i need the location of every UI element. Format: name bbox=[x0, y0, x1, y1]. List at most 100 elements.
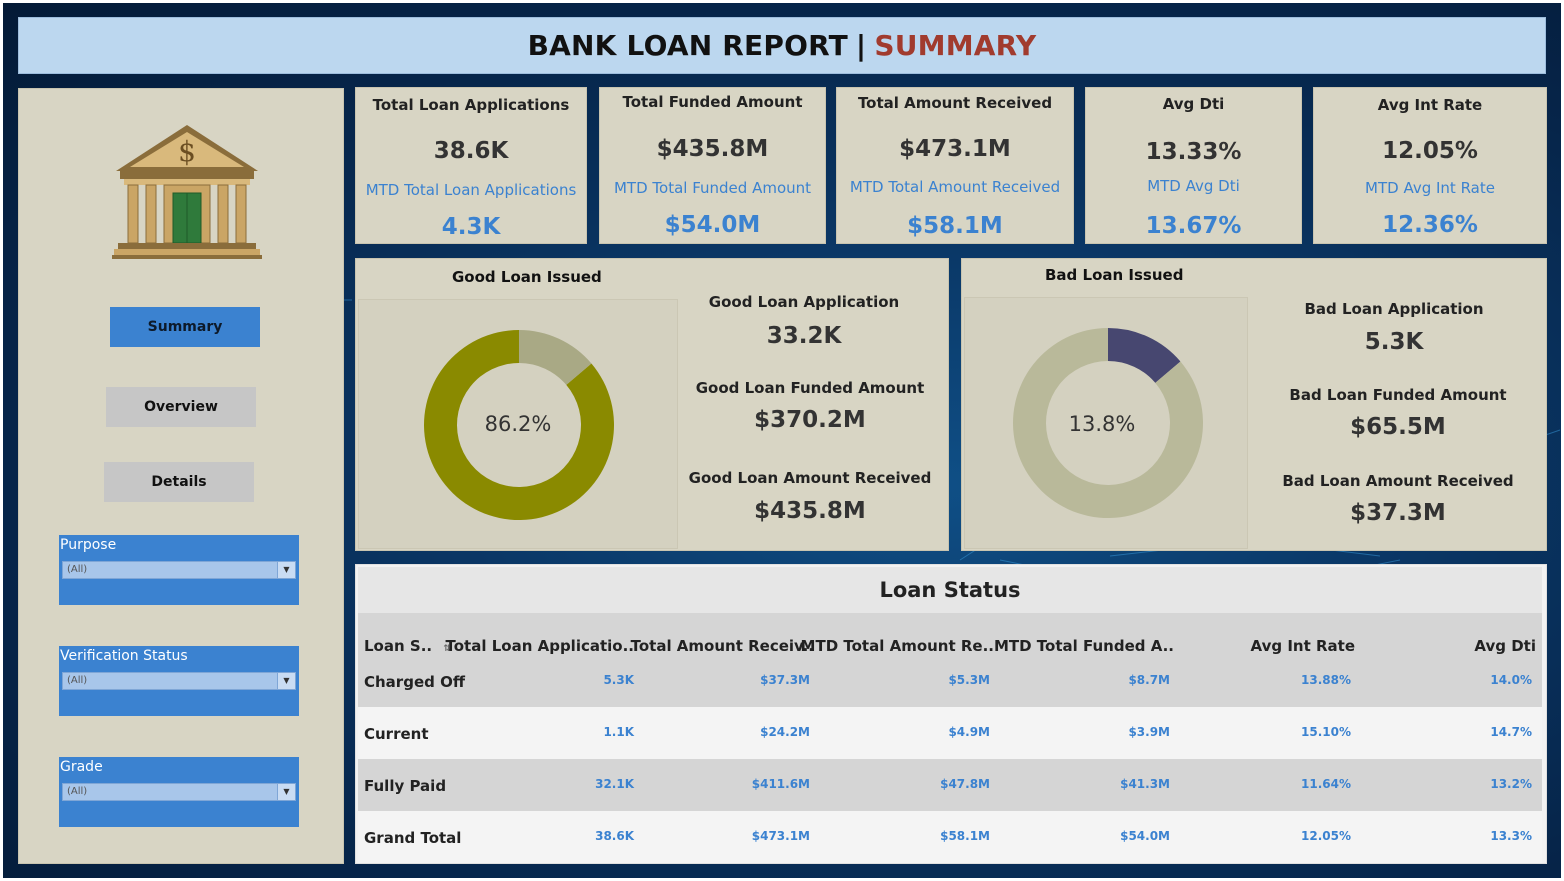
kpi-value: $473.1M bbox=[899, 136, 1011, 162]
svg-text:$: $ bbox=[178, 135, 196, 168]
kpi-label: Total Amount Received bbox=[857, 94, 1053, 112]
good-loan-donut-box: 86.2% bbox=[358, 299, 678, 549]
table-cell: 11.64% bbox=[1301, 777, 1351, 791]
table-cell: $41.3M bbox=[1120, 777, 1170, 791]
dropdown-arrow-icon[interactable]: ▼ bbox=[277, 562, 295, 578]
table-cell: 13.88% bbox=[1301, 673, 1351, 687]
loan-status-panel: Loan Status Loan S.. ⇅ Total Loan Applic… bbox=[355, 564, 1547, 864]
column-header-mtd-total-amount-received[interactable]: MTD Total Amount Re.. bbox=[801, 637, 994, 655]
kpi-card-avg-int-rate: Avg Int Rate 12.05% MTD Avg Int Rate 12.… bbox=[1313, 87, 1547, 244]
column-header-total-loan-applications[interactable]: Total Loan Applicatio.. bbox=[446, 637, 634, 655]
bank-icon: $ bbox=[112, 125, 262, 259]
grade-select[interactable]: (All) ▼ bbox=[62, 783, 296, 801]
good-loan-application-label: Good Loan Application bbox=[708, 293, 900, 311]
sidebar: $ Summary Overview Details Purpose (All)… bbox=[18, 88, 344, 864]
bad-loan-application-label: Bad Loan Application bbox=[1304, 300, 1484, 318]
column-header-loan-status[interactable]: Loan S.. ⇅ bbox=[364, 637, 451, 655]
table-cell: 32.1K bbox=[595, 777, 634, 791]
table-header: Loan S.. ⇅ Total Loan Applicatio.. Total… bbox=[358, 613, 1542, 655]
report-title-bar: BANK LOAN REPORT | SUMMARY bbox=[18, 17, 1546, 74]
kpi-mtd-value: 12.36% bbox=[1382, 212, 1478, 238]
table-cell: 1.1K bbox=[603, 725, 634, 739]
table-row[interactable]: Grand Total 38.6K $473.1M $58.1M $54.0M 12.05… bbox=[358, 811, 1542, 863]
row-label: Charged Off bbox=[364, 673, 465, 691]
report-title: BANK LOAN REPORT bbox=[527, 29, 848, 62]
nav-overview-button[interactable]: Overview bbox=[106, 387, 256, 427]
bad-loan-donut: 13.8% bbox=[1013, 328, 1203, 518]
grade-select-value: (All) bbox=[67, 786, 88, 797]
verification-status-select[interactable]: (All) ▼ bbox=[62, 672, 296, 690]
kpi-label: Avg Dti bbox=[1162, 95, 1225, 113]
bad-loan-donut-box: 13.8% bbox=[964, 297, 1248, 549]
good-loan-donut: 86.2% bbox=[424, 330, 614, 520]
row-label: Grand Total bbox=[364, 829, 462, 847]
table-cell: 15.10% bbox=[1301, 725, 1351, 739]
column-header-label: Loan S.. bbox=[364, 637, 433, 655]
kpi-mtd-label: MTD Avg Int Rate bbox=[1365, 179, 1495, 197]
row-label: Current bbox=[364, 725, 429, 743]
kpi-card-total-funded-amount: Total Funded Amount $435.8M MTD Total Fu… bbox=[599, 87, 826, 244]
column-header-avg-int-rate[interactable]: Avg Int Rate bbox=[1251, 637, 1355, 655]
grade-filter-label: Grade bbox=[60, 759, 103, 775]
table-cell: 38.6K bbox=[595, 829, 634, 843]
table-cell: $5.3M bbox=[948, 673, 990, 687]
kpi-card-total-loan-applications: Total Loan Applications 38.6K MTD Total … bbox=[355, 87, 587, 244]
kpi-mtd-value: $54.0M bbox=[664, 212, 761, 238]
kpi-mtd-value: 13.67% bbox=[1145, 213, 1242, 239]
purpose-select[interactable]: (All) ▼ bbox=[62, 561, 296, 579]
report-subtitle: SUMMARY bbox=[874, 29, 1037, 62]
good-loan-received-value: $435.8M bbox=[754, 498, 866, 524]
kpi-value: $435.8M bbox=[656, 136, 769, 162]
good-loan-received-label: Good Loan Amount Received bbox=[688, 469, 932, 487]
kpi-value: 38.6K bbox=[433, 138, 509, 164]
table-cell: $411.6M bbox=[751, 777, 810, 791]
verification-status-select-value: (All) bbox=[67, 675, 88, 686]
table-cell: $58.1M bbox=[940, 829, 990, 843]
kpi-mtd-value: $58.1M bbox=[907, 213, 1003, 239]
table-cell: $4.9M bbox=[948, 725, 990, 739]
column-header-avg-dti[interactable]: Avg Dti bbox=[1474, 637, 1536, 655]
purpose-select-value: (All) bbox=[67, 564, 88, 575]
kpi-card-avg-dti: Avg Dti 13.33% MTD Avg Dti 13.67% bbox=[1085, 87, 1302, 244]
good-loan-title: Good Loan Issued bbox=[452, 268, 602, 286]
grade-filter: Grade (All) ▼ bbox=[59, 757, 299, 827]
good-loan-funded-value: $370.2M bbox=[754, 407, 866, 433]
table-cell: 14.0% bbox=[1490, 673, 1532, 687]
column-header-mtd-total-funded-amount[interactable]: MTD Total Funded A.. bbox=[994, 637, 1174, 655]
good-loan-funded-label: Good Loan Funded Amount bbox=[695, 379, 925, 397]
table-row[interactable]: Charged Off 5.3K $37.3M $5.3M $8.7M 13.88% 14.… bbox=[358, 655, 1542, 707]
table-cell: 14.7% bbox=[1490, 725, 1532, 739]
kpi-card-total-amount-received: Total Amount Received $473.1M MTD Total … bbox=[836, 87, 1074, 244]
table-cell: $24.2M bbox=[760, 725, 810, 739]
table-cell: $473.1M bbox=[751, 829, 810, 843]
title-separator: | bbox=[855, 29, 867, 62]
purpose-filter-label: Purpose bbox=[60, 537, 117, 553]
bad-loan-funded-value: $65.5M bbox=[1350, 414, 1446, 440]
table-row[interactable]: Fully Paid 32.1K $411.6M $47.8M $41.3M 11.64%… bbox=[358, 759, 1542, 811]
bad-loan-received-label: Bad Loan Amount Received bbox=[1282, 472, 1514, 490]
kpi-value: 13.33% bbox=[1145, 139, 1242, 165]
table-cell: $3.9M bbox=[1128, 725, 1170, 739]
verification-status-filter-label: Verification Status bbox=[60, 648, 188, 664]
table-cell: $8.7M bbox=[1128, 673, 1170, 687]
nav-details-button[interactable]: Details bbox=[104, 462, 254, 502]
kpi-mtd-label: MTD Avg Dti bbox=[1147, 177, 1240, 195]
kpi-mtd-value: 4.3K bbox=[441, 214, 501, 240]
table-cell: $54.0M bbox=[1120, 829, 1170, 843]
kpi-label: Total Funded Amount bbox=[622, 93, 803, 111]
dropdown-arrow-icon[interactable]: ▼ bbox=[277, 673, 295, 689]
loan-status-title: Loan Status bbox=[358, 567, 1542, 613]
table-cell: 13.2% bbox=[1490, 777, 1532, 791]
purpose-filter: Purpose (All) ▼ bbox=[59, 535, 299, 605]
bad-loan-funded-label: Bad Loan Funded Amount bbox=[1289, 386, 1507, 404]
row-label: Fully Paid bbox=[364, 777, 447, 795]
dropdown-arrow-icon[interactable]: ▼ bbox=[277, 784, 295, 800]
table-cell: $47.8M bbox=[940, 777, 990, 791]
good-loan-percent: 86.2% bbox=[485, 412, 552, 436]
column-header-total-amount-received[interactable]: Total Amount Receiv.. bbox=[631, 637, 814, 655]
table-row[interactable]: Current 1.1K $24.2M $4.9M $3.9M 15.10% 14.7% bbox=[358, 707, 1542, 759]
nav-summary-button[interactable]: Summary bbox=[110, 307, 260, 347]
good-loan-application-value: 33.2K bbox=[766, 323, 842, 349]
kpi-value: 12.05% bbox=[1382, 138, 1478, 164]
bad-loan-percent: 13.8% bbox=[1069, 412, 1136, 436]
